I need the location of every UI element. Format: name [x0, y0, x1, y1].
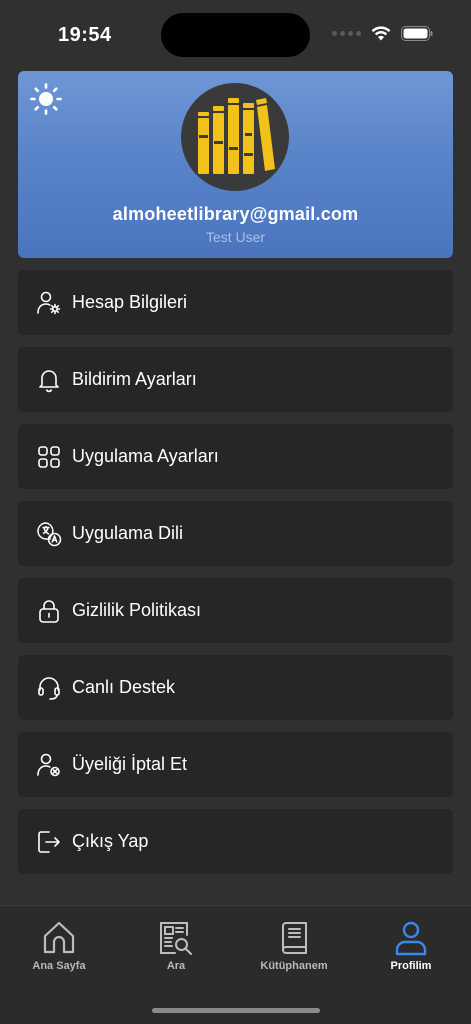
profile-header: almoheetlibrary@gmail.com Test User — [18, 71, 453, 258]
tab-label: Ara — [166, 960, 186, 972]
menu-item-logout[interactable]: Çıkış Yap — [18, 809, 453, 874]
search-document-icon — [160, 922, 192, 955]
menu-item-label: Uygulama Dili — [72, 523, 184, 543]
tab-label: Ana Sayfa — [32, 960, 86, 972]
home-indicator — [152, 1008, 320, 1013]
status-time: 19:54 — [58, 24, 112, 46]
tab-label: Profilim — [390, 960, 432, 972]
tab-search[interactable]: Ara — [126, 920, 226, 990]
dynamic-island — [161, 13, 310, 57]
theme-toggle-sun-icon[interactable] — [30, 83, 62, 120]
status-bar: 19:54 — [0, 0, 471, 70]
library-logo-icon — [198, 98, 275, 174]
menu-item-app-settings[interactable]: Uygulama Ayarları — [18, 424, 453, 489]
headset-icon — [36, 675, 62, 701]
menu-item-label: Hesap Bilgileri — [72, 292, 188, 312]
menu-item-app-language[interactable]: Uygulama Dili — [18, 501, 453, 566]
menu-item-label: Üyeliği İptal Et — [72, 754, 188, 774]
tab-home[interactable]: Ana Sayfa — [9, 920, 109, 990]
status-indicators — [332, 26, 433, 41]
profile-icon — [395, 921, 427, 956]
tab-my-library[interactable]: Kütüphanem — [244, 920, 344, 990]
bell-icon — [36, 367, 62, 393]
cellular-signal-icon — [332, 31, 361, 36]
menu-item-privacy-policy[interactable]: Gizlilik Politikası — [18, 578, 453, 643]
logout-icon — [36, 829, 62, 855]
avatar-library-logo — [181, 83, 289, 191]
menu-item-label: Bildirim Ayarları — [72, 369, 197, 389]
language-icon — [36, 521, 62, 547]
tab-label: Kütüphanem — [260, 960, 328, 972]
book-icon — [282, 922, 307, 954]
menu-item-live-support[interactable]: Canlı Destek — [18, 655, 453, 720]
tab-profile[interactable]: Profilim — [361, 920, 461, 990]
bottom-tab-bar: Ana Sayfa Ara Kütüphanem Profilim — [0, 905, 471, 1024]
battery-icon — [401, 26, 433, 41]
apps-grid-icon — [36, 444, 62, 470]
profile-email: almoheetlibrary@gmail.com — [112, 204, 359, 224]
menu-item-account-info[interactable]: Hesap Bilgileri — [18, 270, 453, 335]
menu-item-label: Canlı Destek — [72, 677, 176, 697]
profile-name: Test User — [205, 229, 266, 245]
menu-item-cancel-membership[interactable]: Üyeliği İptal Et — [18, 732, 453, 797]
lock-icon — [36, 598, 62, 624]
user-gear-icon — [36, 290, 62, 316]
menu-item-notification-settings[interactable]: Bildirim Ayarları — [18, 347, 453, 412]
home-icon — [43, 921, 75, 954]
menu-item-label: Gizlilik Politikası — [72, 600, 202, 620]
user-remove-icon — [36, 752, 62, 778]
menu-item-label: Uygulama Ayarları — [72, 446, 219, 466]
wifi-icon — [371, 26, 391, 41]
menu-item-label: Çıkış Yap — [72, 831, 149, 851]
